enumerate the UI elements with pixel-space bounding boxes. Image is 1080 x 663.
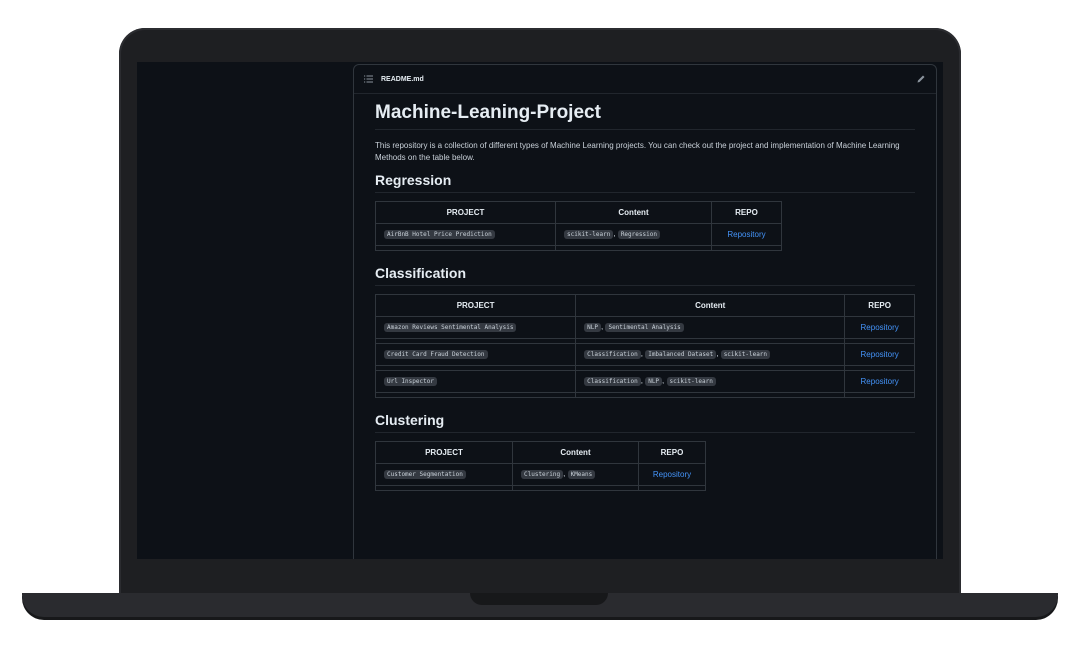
tag: Imbalanced Dataset bbox=[645, 350, 717, 359]
table-row: Url Inspector Classification, NLP, sciki… bbox=[374, 370, 915, 393]
tag: Classification bbox=[584, 350, 641, 359]
tag: NLP bbox=[645, 377, 663, 386]
laptop-notch bbox=[470, 593, 608, 605]
col-repo: REPO bbox=[711, 201, 782, 224]
pencil-icon[interactable] bbox=[916, 74, 926, 84]
col-repo: REPO bbox=[844, 294, 915, 317]
col-content: Content bbox=[512, 441, 639, 464]
col-content: Content bbox=[575, 294, 846, 317]
regression-heading: Regression bbox=[375, 172, 915, 193]
tag: NLP bbox=[584, 323, 602, 332]
clustering-heading: Clustering bbox=[375, 412, 915, 433]
repository-link[interactable]: Repository bbox=[861, 377, 899, 386]
table-row: AirBnB Hotel Price Prediction scikit-lea… bbox=[375, 223, 782, 246]
list-icon[interactable] bbox=[364, 75, 373, 83]
repository-link[interactable]: Repository bbox=[727, 230, 765, 239]
table-row: Amazon Reviews Sentimental Analysis NLP,… bbox=[374, 316, 915, 339]
project-name: Customer Segmentation bbox=[384, 470, 466, 479]
col-project: PROJECT bbox=[375, 201, 556, 224]
col-content: Content bbox=[555, 201, 712, 224]
repository-link[interactable]: Repository bbox=[861, 323, 899, 332]
project-name: Amazon Reviews Sentimental Analysis bbox=[384, 323, 517, 332]
tag: Regression bbox=[617, 230, 660, 239]
repository-link[interactable]: Repository bbox=[653, 470, 691, 479]
screen-bezel bbox=[137, 559, 943, 591]
file-name[interactable]: README.md bbox=[381, 76, 424, 83]
tag: Classification bbox=[584, 377, 641, 386]
table-row: Credit Card Fraud Detection Classificati… bbox=[374, 343, 915, 366]
classification-table: PROJECT Content REPO Amazon Reviews Sent… bbox=[374, 294, 915, 398]
col-repo: REPO bbox=[638, 441, 706, 464]
tag: KMeans bbox=[567, 470, 596, 479]
regression-table: PROJECT Content REPO AirBnB Hotel Price … bbox=[375, 201, 782, 251]
project-name: Credit Card Fraud Detection bbox=[384, 350, 488, 359]
table-row: Customer Segmentation Clustering, KMeans… bbox=[375, 463, 706, 486]
repository-link[interactable]: Repository bbox=[861, 350, 899, 359]
col-project: PROJECT bbox=[375, 441, 513, 464]
clustering-table: PROJECT Content REPO Customer Segmentati… bbox=[375, 441, 706, 491]
tag: scikit-learn bbox=[720, 350, 771, 359]
laptop-screen: README.md Machine-Leaning-Project This r… bbox=[137, 62, 943, 559]
tag: Sentimental Analysis bbox=[605, 323, 684, 332]
readme-panel: README.md Machine-Leaning-Project This r… bbox=[353, 64, 937, 559]
readme-header: README.md bbox=[354, 65, 936, 94]
tag: scikit-learn bbox=[564, 230, 614, 239]
col-project: PROJECT bbox=[374, 294, 577, 317]
tag: Clustering bbox=[521, 470, 564, 479]
page-title: Machine-Leaning-Project bbox=[375, 102, 915, 130]
tag: scikit-learn bbox=[666, 377, 716, 386]
intro-text: This repository is a collection of diffe… bbox=[375, 141, 900, 162]
classification-heading: Classification bbox=[375, 265, 915, 286]
readme-article: Machine-Leaning-Project This repository … bbox=[354, 94, 936, 491]
project-name: Url Inspector bbox=[384, 377, 437, 386]
project-name: AirBnB Hotel Price Prediction bbox=[384, 230, 495, 239]
